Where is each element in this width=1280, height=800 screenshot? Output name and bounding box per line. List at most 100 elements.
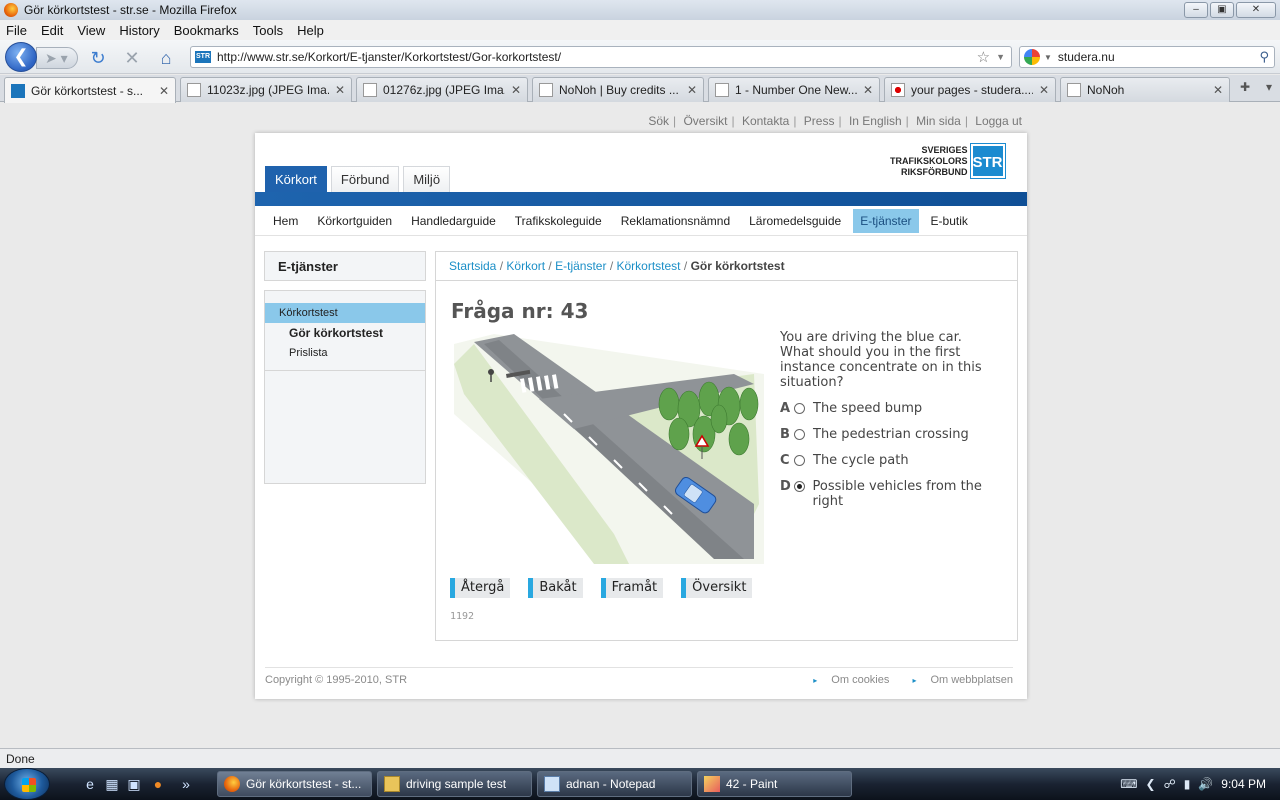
tab-image-1[interactable]: 11023z.jpg (JPEG Ima... ✕ — [180, 77, 352, 102]
search-input[interactable]: studera.nu — [1058, 50, 1260, 64]
url-dropdown-icon[interactable]: ▼ — [996, 52, 1005, 62]
answer-label[interactable]: The speed bump — [813, 401, 922, 416]
answer-radio[interactable] — [794, 429, 805, 440]
url-text[interactable]: http://www.str.se/Korkort/E-tjanster/Kor… — [217, 50, 977, 64]
new-tab-icon[interactable]: ✚ — [1240, 80, 1250, 94]
tab-close-icon[interactable]: ✕ — [863, 83, 873, 97]
subnav-handledarguide[interactable]: Handledarguide — [404, 209, 503, 233]
crumb-korkort[interactable]: Körkort — [506, 259, 545, 273]
str-logo[interactable]: SVERIGES TRAFIKSKOLORS RIKSFÖRBUND STR — [890, 143, 1006, 179]
toplink-logga-ut[interactable]: Logga ut — [975, 114, 1022, 128]
tab-list-icon[interactable]: ▾ — [1266, 80, 1272, 94]
answer-label[interactable]: The cycle path — [813, 453, 909, 468]
close-button[interactable]: ✕ — [1236, 2, 1276, 18]
google-icon[interactable] — [1024, 49, 1040, 65]
toplink-english[interactable]: In English — [849, 114, 902, 128]
answer-a[interactable]: A The speed bump — [780, 401, 1008, 416]
sidebar-item-korkortstest[interactable]: Körkortstest — [265, 303, 425, 323]
answer-c[interactable]: C The cycle path — [780, 453, 1008, 468]
menu-tools[interactable]: Tools — [253, 23, 283, 38]
network-icon[interactable]: ☍ — [1164, 777, 1176, 791]
tab-image-2[interactable]: 01276z.jpg (JPEG Ima... ✕ — [356, 77, 528, 102]
start-button[interactable] — [4, 768, 50, 800]
tab-close-icon[interactable]: ✕ — [511, 83, 521, 97]
tab-forbund[interactable]: Förbund — [330, 166, 400, 192]
toplink-press[interactable]: Press — [804, 114, 835, 128]
atergá-button[interactable]: Återgå — [450, 578, 511, 598]
task-folder[interactable]: driving sample test — [377, 771, 532, 797]
bookmark-star-icon[interactable]: ☆ — [977, 48, 990, 66]
search-icon[interactable]: ⚲ — [1259, 49, 1269, 65]
search-engine-dropdown-icon[interactable]: ▼ — [1044, 53, 1052, 62]
menu-file[interactable]: File — [6, 23, 27, 38]
subnav-laromedelsguide[interactable]: Läromedelsguide — [742, 209, 848, 233]
toplink-oversikt[interactable]: Översikt — [683, 114, 727, 128]
tab-nonoh[interactable]: NoNoh ✕ — [1060, 77, 1230, 102]
tab-studera[interactable]: your pages - studera.... ✕ — [884, 77, 1056, 102]
back-question-button[interactable]: Bakåt — [528, 578, 583, 598]
forward-button[interactable]: ➤ ▾ — [36, 47, 78, 69]
home-icon[interactable]: ⌂ — [156, 48, 176, 68]
menu-history[interactable]: History — [119, 23, 159, 38]
crumb-korkortstest[interactable]: Körkortstest — [617, 259, 681, 273]
clock[interactable]: 9:04 PM — [1221, 777, 1266, 791]
subnav-e-tjanster[interactable]: E-tjänster — [853, 208, 919, 233]
crumb-startsida[interactable]: Startsida — [449, 259, 496, 273]
toplink-min-sida[interactable]: Min sida — [916, 114, 961, 128]
answer-radio[interactable] — [794, 403, 805, 414]
menu-help[interactable]: Help — [297, 23, 324, 38]
firefox-quicklaunch-icon[interactable]: ● — [150, 776, 166, 792]
answer-d[interactable]: D Possible vehicles from the right — [780, 479, 1008, 509]
tab-close-icon[interactable]: ✕ — [1039, 83, 1049, 97]
overview-button[interactable]: Översikt — [681, 578, 753, 598]
quicklaunch-more-icon[interactable]: » — [178, 776, 194, 792]
tab-number-one[interactable]: 1 - Number One New... ✕ — [708, 77, 880, 102]
ie-icon[interactable]: e — [82, 776, 98, 792]
footer-link-label[interactable]: Om webbplatsen — [930, 674, 1013, 686]
minimize-button[interactable]: – — [1184, 2, 1208, 18]
answer-b[interactable]: B The pedestrian crossing — [780, 427, 1008, 442]
task-paint[interactable]: 42 - Paint — [697, 771, 852, 797]
maximize-button[interactable]: ▣ — [1210, 2, 1234, 18]
battery-icon[interactable]: ▮ — [1184, 777, 1191, 791]
tab-close-icon[interactable]: ✕ — [1213, 83, 1223, 97]
subnav-korkortguiden[interactable]: Körkortguiden — [310, 209, 399, 233]
search-bar[interactable]: ▼ studera.nu ⚲ — [1019, 46, 1275, 68]
url-bar[interactable]: STR http://www.str.se/Korkort/E-tjanster… — [190, 46, 1012, 68]
reload-icon[interactable]: ↻ — [88, 48, 108, 68]
tab-close-icon[interactable]: ✕ — [335, 83, 345, 97]
tab-korkort[interactable]: Körkort — [265, 166, 327, 192]
footer-link-cookies[interactable]: ▸ Om cookies — [803, 674, 889, 686]
tab-nonoh-credits[interactable]: NoNoh | Buy credits ... ✕ — [532, 77, 704, 102]
tab-miljo[interactable]: Miljö — [403, 166, 451, 192]
subnav-reklamationsnamnd[interactable]: Reklamationsnämnd — [614, 209, 737, 233]
crumb-e-tjanster[interactable]: E-tjänster — [555, 259, 606, 273]
answer-radio-selected[interactable] — [793, 481, 805, 492]
answer-label[interactable]: Possible vehicles from the right — [813, 479, 1009, 509]
sidebar-item-gor-korkortstest[interactable]: Gör körkortstest — [265, 323, 425, 343]
menu-view[interactable]: View — [77, 23, 105, 38]
subnav-trafikskoleguide[interactable]: Trafikskoleguide — [508, 209, 609, 233]
footer-link-about[interactable]: ▸ Om webbplatsen — [902, 674, 1013, 686]
footer-link-label[interactable]: Om cookies — [831, 674, 889, 686]
menu-edit[interactable]: Edit — [41, 23, 63, 38]
answer-label[interactable]: The pedestrian crossing — [813, 427, 969, 442]
window-switch-icon[interactable]: ▣ — [126, 776, 142, 792]
volume-icon[interactable]: 🔊 — [1198, 777, 1213, 791]
tab-str[interactable]: Gör körkortstest - s... ✕ — [4, 77, 176, 103]
tray-expand-icon[interactable]: ❮ — [1146, 777, 1156, 791]
keyboard-icon[interactable]: ⌨ — [1120, 777, 1137, 791]
task-notepad[interactable]: adnan - Notepad — [537, 771, 692, 797]
forward-question-button[interactable]: Framåt — [600, 578, 664, 598]
stop-icon[interactable]: ✕ — [122, 48, 142, 68]
menu-bookmarks[interactable]: Bookmarks — [174, 23, 239, 38]
answer-radio[interactable] — [794, 455, 805, 466]
task-firefox[interactable]: Gör körkortstest - st... — [217, 771, 372, 797]
back-button[interactable]: ❮ — [5, 42, 37, 72]
desktop-icon[interactable]: ▦ — [104, 776, 120, 792]
tab-close-icon[interactable]: ✕ — [159, 84, 169, 98]
subnav-e-butik[interactable]: E-butik — [924, 209, 975, 233]
sidebar-item-prislista[interactable]: Prislista — [265, 343, 425, 363]
toplink-sok[interactable]: Sök — [648, 114, 669, 128]
toplink-kontakta[interactable]: Kontakta — [742, 114, 789, 128]
